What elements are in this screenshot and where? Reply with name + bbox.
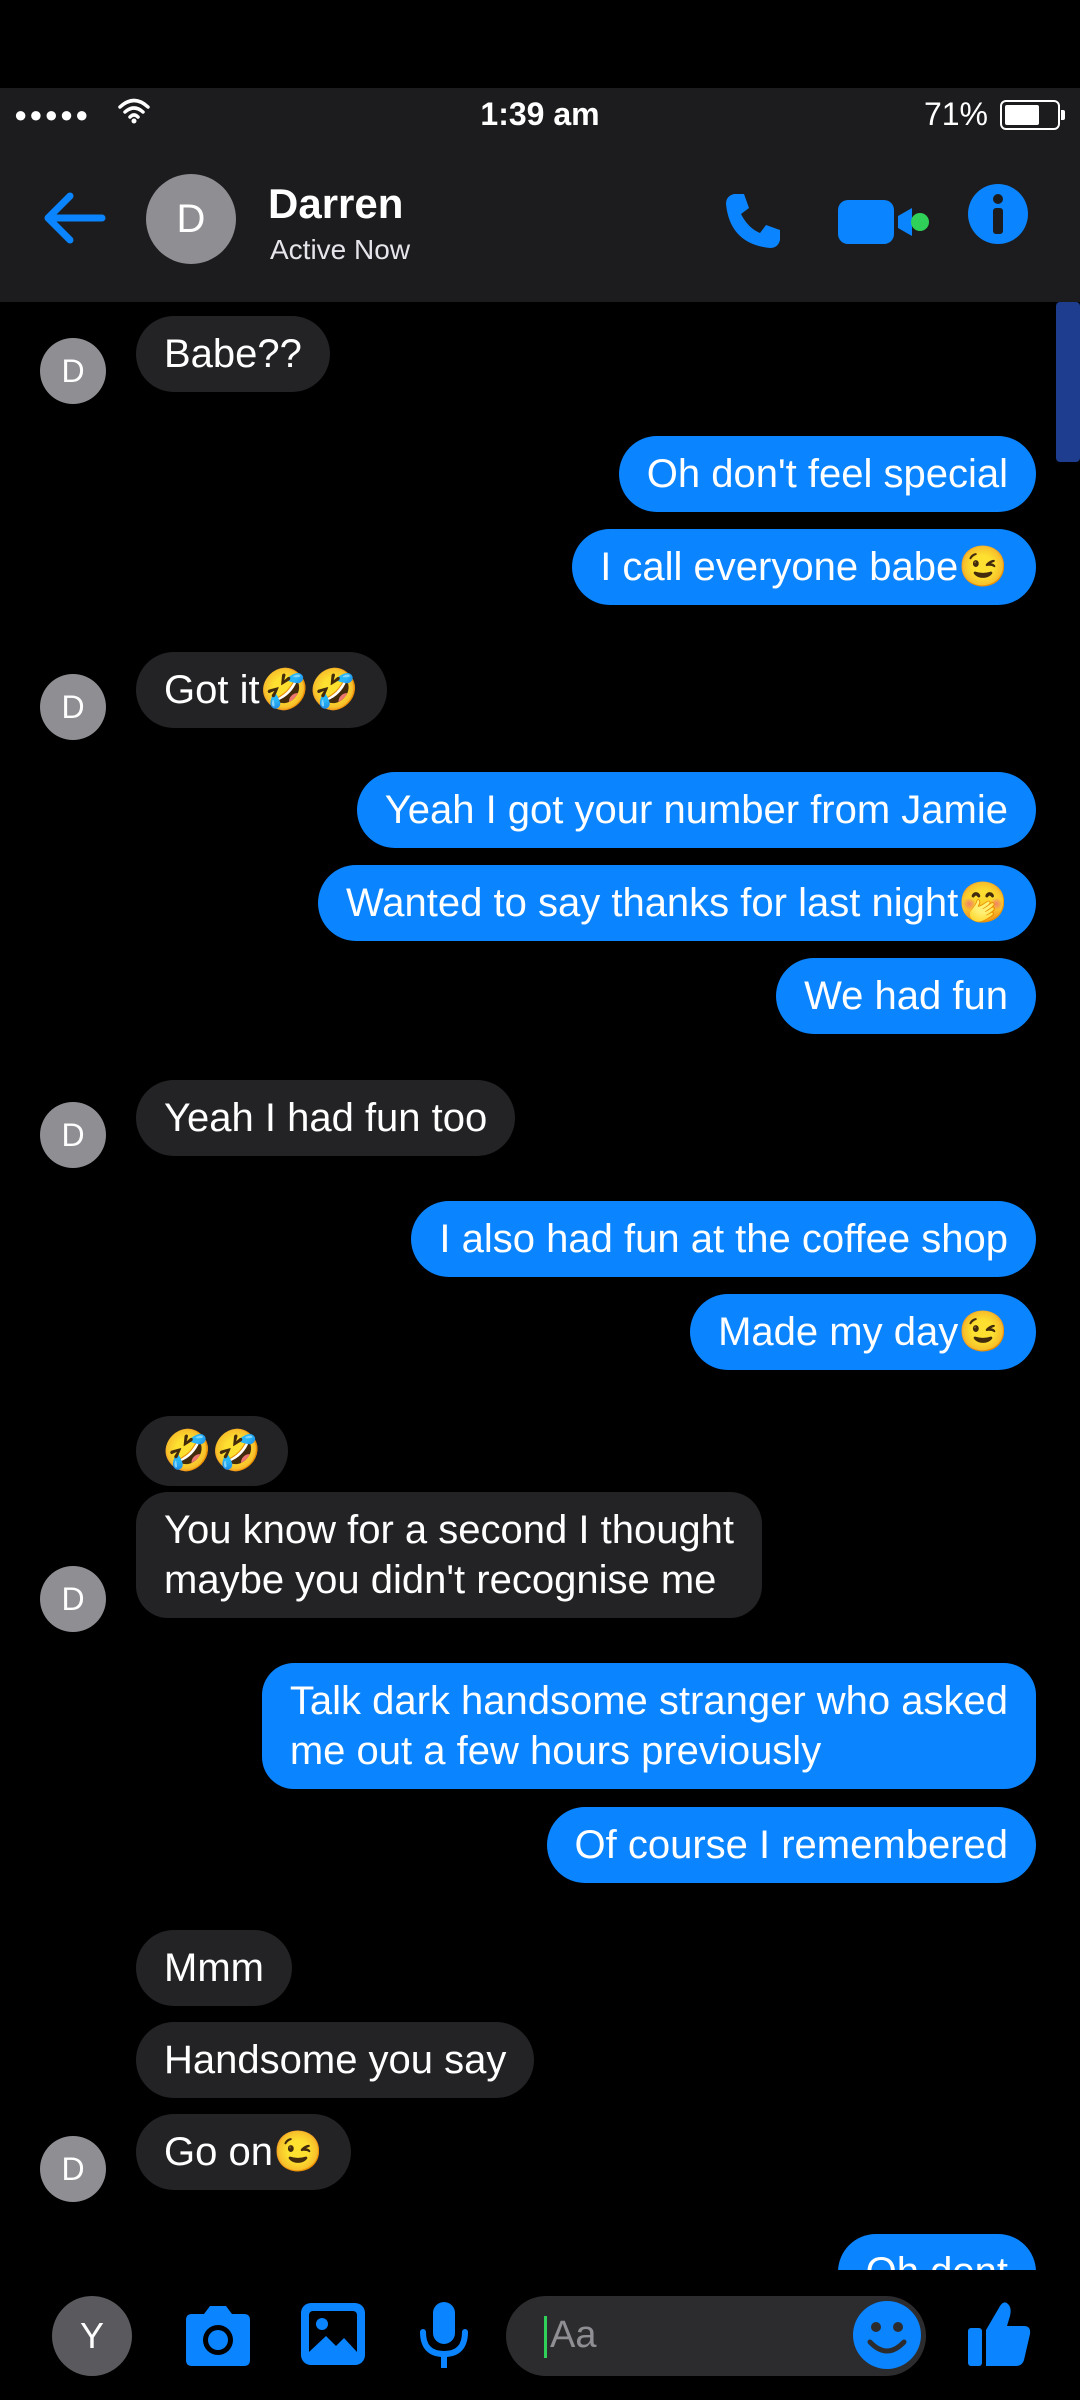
contact-name[interactable]: Darren: [268, 180, 403, 228]
sender-avatar[interactable]: D: [40, 1566, 106, 1632]
info-icon[interactable]: [966, 182, 1030, 246]
message-outgoing[interactable]: I call everyone babe😉: [572, 529, 1036, 605]
text-cursor: [544, 2316, 547, 2358]
input-placeholder: Aa: [550, 2314, 597, 2356]
video-camera-icon[interactable]: [836, 194, 932, 250]
scrollbar[interactable]: [1056, 302, 1080, 462]
contact-status: Active Now: [270, 234, 411, 265]
message-incoming[interactable]: Babe??: [136, 316, 330, 392]
message-outgoing[interactable]: Oh don't feel special: [618, 436, 1036, 512]
gallery-icon[interactable]: [298, 2300, 368, 2368]
message-incoming[interactable]: Yeah I had fun too: [136, 1080, 516, 1156]
message-outgoing[interactable]: Talk dark handsome stranger who asked me…: [261, 1663, 1036, 1789]
clock: 1:39 am: [480, 96, 600, 132]
message-incoming[interactable]: Mmm: [136, 1930, 292, 2006]
emoji-icon[interactable]: [850, 2298, 924, 2372]
my-avatar[interactable]: Y: [52, 2296, 132, 2376]
message-outgoing[interactable]: Made my day😉: [690, 1294, 1036, 1370]
status-bar: ●●●●● 1:39 am 71%: [0, 88, 1080, 138]
back-arrow-icon[interactable]: [40, 188, 110, 248]
message-outgoing[interactable]: We had fun: [776, 958, 1036, 1034]
conversation-header: D Darren Active Now: [0, 138, 1080, 302]
message-outgoing[interactable]: I also had fun at the coffee shop: [411, 1201, 1036, 1277]
sender-avatar[interactable]: D: [40, 674, 106, 740]
phone-icon[interactable]: [720, 188, 786, 254]
message-incoming[interactable]: Handsome you say: [136, 2022, 535, 2098]
sender-avatar[interactable]: D: [40, 1102, 106, 1168]
top-band: [0, 0, 1080, 88]
sender-avatar[interactable]: D: [40, 338, 106, 404]
message-incoming[interactable]: Go on😉: [136, 2114, 351, 2190]
message-list[interactable]: Babe?? D Oh don't feel special I call ev…: [0, 302, 1080, 2270]
microphone-icon[interactable]: [416, 2300, 472, 2372]
message-outgoing[interactable]: Oh dont: [837, 2234, 1036, 2270]
battery-icon: [1000, 100, 1065, 130]
message-incoming[interactable]: You know for a second I thought maybe yo…: [136, 1492, 763, 1618]
message-incoming[interactable]: Got it🤣🤣: [136, 652, 388, 728]
message-outgoing[interactable]: Of course I remembered: [546, 1807, 1036, 1883]
message-outgoing[interactable]: Yeah I got your number from Jamie: [356, 772, 1036, 848]
message-incoming[interactable]: 🤣🤣: [136, 1416, 288, 1486]
sender-avatar[interactable]: D: [40, 2136, 106, 2202]
composer-bar: Y Aa: [0, 2270, 1080, 2400]
contact-avatar[interactable]: D: [146, 174, 236, 264]
camera-icon[interactable]: [180, 2304, 256, 2368]
battery-percent: 71%: [923, 96, 988, 132]
message-outgoing[interactable]: Wanted to say thanks for last night🤭: [318, 865, 1036, 941]
thumbs-up-icon[interactable]: [966, 2298, 1032, 2368]
